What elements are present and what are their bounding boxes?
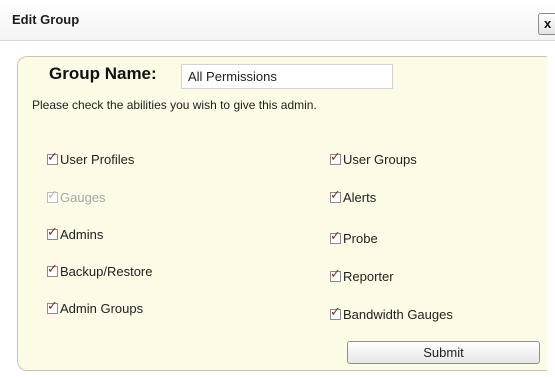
- checkmark-icon: ✓: [330, 186, 341, 202]
- checkmark-icon: ✓: [330, 227, 341, 243]
- permission-label-admin-groups: Admin Groups: [60, 300, 144, 316]
- permission-label-reporter: Reporter: [343, 268, 394, 284]
- group-name-label: Group Name:: [49, 64, 157, 83]
- permission-label-alerts: Alerts: [343, 189, 377, 205]
- close-button[interactable]: x: [538, 13, 555, 35]
- edit-group-dialog: Edit Group x Group Name: Please check th…: [0, 0, 555, 377]
- permission-gauges[interactable]: ✓ Gauges: [47, 188, 106, 206]
- form-panel: Group Name: Please check the abilities y…: [17, 56, 547, 371]
- dialog-title: Edit Group: [12, 12, 80, 27]
- permission-label-user-groups: User Groups: [343, 151, 417, 167]
- checkbox-user-profiles[interactable]: ✓: [47, 150, 58, 165]
- checkbox-probe[interactable]: ✓: [330, 229, 341, 244]
- permission-user-groups[interactable]: ✓ User Groups: [330, 150, 417, 168]
- checkbox-reporter[interactable]: ✓: [330, 267, 341, 282]
- permission-probe[interactable]: ✓ Probe: [330, 229, 378, 247]
- checkbox-admins[interactable]: ✓: [47, 225, 58, 240]
- permission-label-probe: Probe: [343, 230, 378, 246]
- checkbox-bandwidth-gauges[interactable]: ✓: [330, 305, 341, 320]
- permission-backup-restore[interactable]: ✓ Backup/Restore: [47, 262, 153, 280]
- permission-admins[interactable]: ✓ Admins: [47, 225, 103, 243]
- permission-label-bandwidth-gauges: Bandwidth Gauges: [343, 306, 453, 322]
- checkmark-icon: ✓: [47, 260, 58, 276]
- instructions-text: Please check the abilities you wish to g…: [32, 98, 317, 112]
- permission-user-profiles[interactable]: ✓ User Profiles: [47, 150, 134, 168]
- checkmark-icon: ✓: [330, 265, 341, 281]
- permission-bandwidth-gauges[interactable]: ✓ Bandwidth Gauges: [330, 305, 453, 323]
- checkmark-icon: ✓: [47, 148, 58, 164]
- permission-admin-groups[interactable]: ✓ Admin Groups: [47, 299, 143, 317]
- permission-reporter[interactable]: ✓ Reporter: [330, 267, 394, 285]
- permission-label-backup-restore: Backup/Restore: [60, 263, 153, 279]
- submit-button[interactable]: Submit: [347, 341, 540, 364]
- checkbox-gauges[interactable]: ✓: [47, 188, 58, 203]
- permission-label-user-profiles: User Profiles: [60, 151, 135, 167]
- checkbox-admin-groups[interactable]: ✓: [47, 299, 58, 314]
- checkmark-icon: ✓: [330, 303, 341, 319]
- checkbox-alerts[interactable]: ✓: [330, 188, 341, 203]
- group-name-input[interactable]: [181, 64, 393, 89]
- checkmark-icon: ✓: [47, 186, 58, 202]
- dialog-titlebar: Edit Group x: [0, 0, 555, 41]
- checkbox-user-groups[interactable]: ✓: [330, 150, 341, 165]
- checkbox-backup-restore[interactable]: ✓: [47, 262, 58, 277]
- checkmark-icon: ✓: [47, 297, 58, 313]
- checkmark-icon: ✓: [47, 223, 58, 239]
- permission-alerts[interactable]: ✓ Alerts: [330, 188, 376, 206]
- checkmark-icon: ✓: [330, 148, 341, 164]
- permission-label-admins: Admins: [60, 226, 104, 242]
- permission-label-gauges: Gauges: [60, 189, 106, 205]
